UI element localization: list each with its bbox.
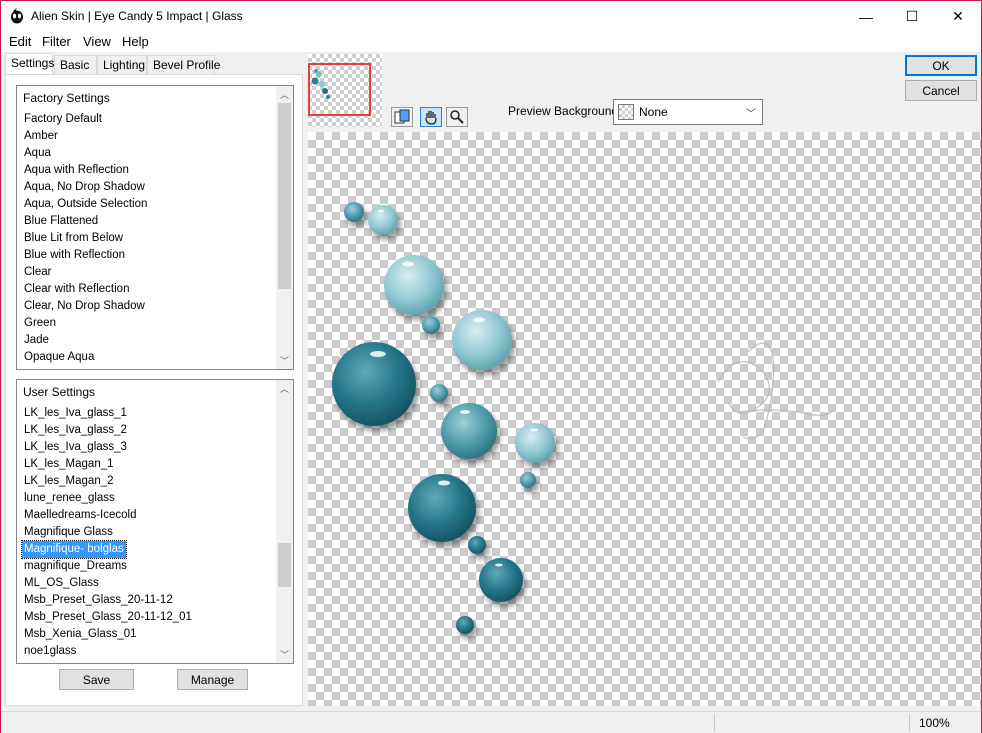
minimize-icon: — xyxy=(859,8,873,25)
navigator-thumbnail[interactable] xyxy=(308,54,382,127)
scroll-up-icon[interactable]: ︿ xyxy=(276,380,293,397)
list-item[interactable]: Jade xyxy=(22,332,149,349)
tab-bevel-profile[interactable]: Bevel Profile xyxy=(147,55,220,75)
list-item[interactable]: Magnifique- bolglas xyxy=(21,540,127,559)
minimize-button[interactable]: — xyxy=(843,1,889,32)
factory-settings-items: Factory Default Amber Aqua Aqua with Reflec… xyxy=(22,111,149,366)
status-divider xyxy=(714,714,715,732)
list-item[interactable]: LK_les_Magan_1 xyxy=(22,456,194,473)
preview-background-value: None xyxy=(639,105,668,119)
factory-scrollbar[interactable]: ︿ ﹀ xyxy=(276,86,293,369)
scroll-up-icon[interactable]: ︿ xyxy=(276,86,293,103)
list-item[interactable]: lune_renee_glass xyxy=(22,490,194,507)
close-button[interactable]: ✕ xyxy=(935,1,981,32)
title-bar[interactable]: Alien Skin | Eye Candy 5 Impact | Glass … xyxy=(1,1,981,32)
factory-settings-header: Factory Settings xyxy=(23,91,110,105)
viewport-frame[interactable] xyxy=(308,63,371,116)
chevron-down-icon: ﹀ xyxy=(746,109,756,120)
cancel-button[interactable]: Cancel xyxy=(905,80,977,101)
status-bar: 100% xyxy=(1,711,981,733)
settings-panel: Factory Settings Factory Default Amber Aqu… xyxy=(5,74,303,706)
user-settings-header: User Settings xyxy=(23,385,96,399)
zoom-level: 100% xyxy=(919,716,950,730)
list-item[interactable]: Aqua, Outside Selection xyxy=(22,196,149,213)
menu-help[interactable]: Help xyxy=(122,34,149,49)
list-item[interactable]: Aqua with Reflection xyxy=(22,162,149,179)
tab-lighting[interactable]: Lighting xyxy=(97,55,147,75)
list-item[interactable]: Msb_Preset_Glass_20-11-12_01 xyxy=(22,609,194,626)
list-item[interactable]: ML_OS_Glass xyxy=(22,575,194,592)
scroll-thumb[interactable] xyxy=(278,543,291,587)
app-window: Alien Skin | Eye Candy 5 Impact | Glass … xyxy=(0,0,982,733)
list-item[interactable]: LK_les_Iva_glass_2 xyxy=(22,422,194,439)
list-item[interactable]: Maelledreams-Icecold xyxy=(22,507,194,524)
scroll-thumb[interactable] xyxy=(278,103,291,289)
hand-icon xyxy=(425,111,437,125)
menu-filter[interactable]: Filter xyxy=(42,34,71,49)
list-item[interactable]: Blue Lit from Below xyxy=(22,230,149,247)
menu-edit[interactable]: Edit xyxy=(9,34,31,49)
list-item[interactable]: Msb_Preset_Glass_20-11-12 xyxy=(22,592,194,609)
alien-skin-icon xyxy=(11,8,23,24)
list-item[interactable]: Amber xyxy=(22,128,149,145)
list-item[interactable]: magnifique_Dreams xyxy=(22,558,194,575)
menu-view[interactable]: View xyxy=(83,34,111,49)
maximize-icon: ☐ xyxy=(905,8,919,24)
list-item[interactable]: Green xyxy=(22,315,149,332)
scroll-down-icon[interactable]: ﹀ xyxy=(276,646,293,663)
preview-canvas[interactable] xyxy=(308,132,981,706)
background-swatch-icon xyxy=(618,104,634,120)
list-item[interactable]: Magnifique Glass xyxy=(22,524,194,541)
user-settings-items: LK_les_Iva_glass_1 LK_les_Iva_glass_2 LK_l… xyxy=(21,405,194,660)
list-item[interactable]: Aqua xyxy=(22,145,149,162)
hand-tool-button[interactable] xyxy=(420,107,442,127)
tab-settings[interactable]: Settings xyxy=(5,53,54,75)
status-divider xyxy=(909,714,910,732)
user-scrollbar[interactable]: ︿ ﹀ xyxy=(276,380,293,663)
preview-background-select[interactable]: None ﹀ xyxy=(613,99,763,125)
scroll-down-icon[interactable]: ﹀ xyxy=(276,352,293,369)
ok-button[interactable]: OK xyxy=(905,55,977,76)
manage-button[interactable]: Manage xyxy=(177,669,248,690)
list-item[interactable]: Clear, No Drop Shadow xyxy=(22,298,149,315)
preview-background-label: Preview Background: xyxy=(508,104,622,118)
magnifier-icon xyxy=(450,110,464,124)
maximize-button[interactable]: ☐ xyxy=(889,1,935,32)
user-settings-list[interactable]: User Settings LK_les_Iva_glass_1 LK_les_I… xyxy=(16,379,294,664)
factory-settings-list[interactable]: Factory Settings Factory Default Amber Aqu… xyxy=(16,85,294,370)
list-item[interactable]: Clear with Reflection xyxy=(22,281,149,298)
glass-bubbles-image xyxy=(332,202,834,634)
list-item[interactable]: Factory Default xyxy=(22,111,149,128)
list-item[interactable]: Aqua, No Drop Shadow xyxy=(22,179,149,196)
list-item[interactable]: noe1glass xyxy=(22,643,194,660)
compare-icon xyxy=(394,109,410,124)
list-item[interactable]: LK_les_Magan_2 xyxy=(22,473,194,490)
compare-tool-button[interactable] xyxy=(391,107,413,127)
watermark-signature xyxy=(717,342,834,440)
close-icon: ✕ xyxy=(952,8,964,24)
window-title: Alien Skin | Eye Candy 5 Impact | Glass xyxy=(31,9,243,23)
list-item[interactable]: LK_les_Iva_glass_3 xyxy=(22,439,194,456)
list-item[interactable]: Clear xyxy=(22,264,149,281)
save-button[interactable]: Save xyxy=(59,669,134,690)
list-item[interactable]: Opaque Aqua xyxy=(22,349,149,366)
list-item[interactable]: Blue with Reflection xyxy=(22,247,149,264)
list-item[interactable]: Msb_Xenia_Glass_01 xyxy=(22,626,194,643)
zoom-tool-button[interactable] xyxy=(446,107,468,127)
menu-bar: Edit Filter View Help xyxy=(1,32,981,52)
tab-basic[interactable]: Basic xyxy=(54,55,97,75)
list-item[interactable]: Blue Flattened xyxy=(22,213,149,230)
list-item[interactable]: LK_les_Iva_glass_1 xyxy=(22,405,194,422)
